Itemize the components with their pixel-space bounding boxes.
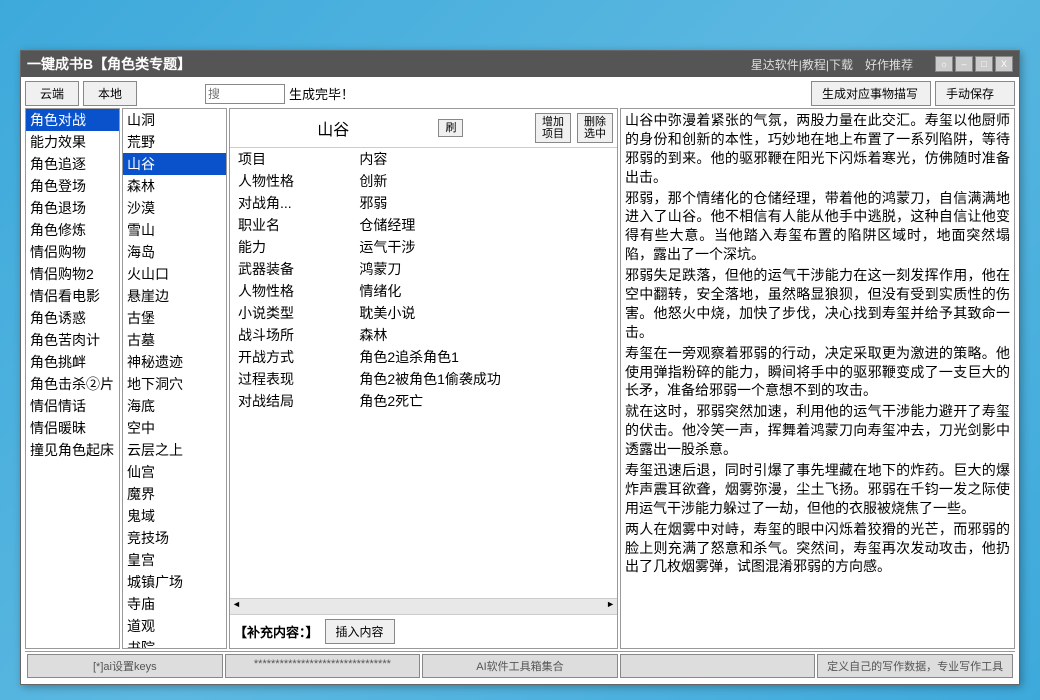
manual-save-button[interactable]: 手动保存 xyxy=(935,81,1015,106)
scene-item[interactable]: 山洞 xyxy=(123,109,226,131)
category-item[interactable]: 情侣购物2 xyxy=(26,263,119,285)
category-item[interactable]: 角色退场 xyxy=(26,197,119,219)
table-row[interactable]: 人物性格创新 xyxy=(230,170,617,192)
scene-item[interactable]: 魔界 xyxy=(123,483,226,505)
tab-local[interactable]: 本地 xyxy=(83,81,137,106)
window-title: 一键成书B【角色类专题】 xyxy=(27,54,751,74)
category-item[interactable]: 角色修炼 xyxy=(26,219,119,241)
detail-panel: 山谷 刷 增加项目 删除选中 项目内容人物性格创新对战角...邪弱职业名仓储经理… xyxy=(229,108,618,649)
titlebar-link-1[interactable]: 星达软件|教程|下载 xyxy=(751,56,853,73)
scene-item[interactable]: 沙漠 xyxy=(123,197,226,219)
narrative-panel[interactable]: 山谷中弥漫着紧张的气氛，两股力量在此交汇。寿玺以他厨师的身份和创新的本性，巧妙地… xyxy=(620,108,1015,649)
maximize-button[interactable]: □ xyxy=(975,56,993,72)
toolbar: 云端 本地 生成完毕！ 生成对应事物描写 手动保存 xyxy=(25,81,1015,106)
properties-table[interactable]: 项目内容人物性格创新对战角...邪弱职业名仓储经理能力运气干涉武器装备鸿蒙刀人物… xyxy=(230,148,617,598)
category-item[interactable]: 能力效果 xyxy=(26,131,119,153)
status-bar: [*]ai设置keys*****************************… xyxy=(25,651,1015,680)
scene-item[interactable]: 悬崖边 xyxy=(123,285,226,307)
table-row[interactable]: 开战方式角色2追杀角色1 xyxy=(230,346,617,368)
statusbar-button-2[interactable]: AI软件工具箱集合 xyxy=(422,654,618,678)
supplement-label: 【补充内容：】 xyxy=(234,622,319,641)
app-window: 一键成书B【角色类专题】 星达软件|教程|下载 好作推荐 ☼ – □ X 云端 … xyxy=(20,50,1020,685)
category-item[interactable]: 情侣看电影 xyxy=(26,285,119,307)
scene-item[interactable]: 山谷 xyxy=(123,153,226,175)
scene-item[interactable]: 寺庙 xyxy=(123,593,226,615)
restore-button[interactable]: – xyxy=(955,56,973,72)
insert-content-button[interactable]: 插入内容 xyxy=(325,619,395,644)
table-row[interactable]: 职业名仓储经理 xyxy=(230,214,617,236)
titlebar: 一键成书B【角色类专题】 星达软件|教程|下载 好作推荐 ☼ – □ X xyxy=(21,51,1019,77)
narrative-paragraph: 两人在烟雾中对峙，寿玺的眼中闪烁着狡猾的光芒，而邪弱的脸上则充满了怒意和杀气。突… xyxy=(625,520,1010,577)
category-item[interactable]: 情侣暖昧 xyxy=(26,417,119,439)
category-item[interactable]: 角色对战 xyxy=(26,109,119,131)
category-item[interactable]: 角色追逐 xyxy=(26,153,119,175)
scene-item[interactable]: 海底 xyxy=(123,395,226,417)
scene-item[interactable]: 道观 xyxy=(123,615,226,637)
scene-item[interactable]: 云层之上 xyxy=(123,439,226,461)
add-item-button[interactable]: 增加项目 xyxy=(535,113,571,143)
generate-description-button[interactable]: 生成对应事物描写 xyxy=(811,81,931,106)
table-row[interactable]: 人物性格情绪化 xyxy=(230,280,617,302)
statusbar-button-3[interactable] xyxy=(620,654,816,678)
scene-list[interactable]: 山洞荒野山谷森林沙漠雪山海岛火山口悬崖边古堡古墓神秘遗迹地下洞穴海底空中云层之上… xyxy=(122,108,227,649)
horizontal-scrollbar[interactable] xyxy=(230,598,617,614)
narrative-paragraph: 就在这时，邪弱突然加速，利用他的运气干涉能力避开了寿玺的伏击。他冷笑一声，挥舞着… xyxy=(625,402,1010,459)
table-row[interactable]: 对战结局角色2死亡 xyxy=(230,390,617,412)
scene-item[interactable]: 火山口 xyxy=(123,263,226,285)
table-row[interactable]: 过程表现角色2被角色1偷袭成功 xyxy=(230,368,617,390)
narrative-paragraph: 寿玺在一旁观察着邪弱的行动，决定采取更为激进的策略。他使用弹指粉碎的能力，瞬间将… xyxy=(625,344,1010,401)
table-row[interactable]: 武器装备鸿蒙刀 xyxy=(230,258,617,280)
delete-selected-button[interactable]: 删除选中 xyxy=(577,113,613,143)
scene-item[interactable]: 鬼域 xyxy=(123,505,226,527)
statusbar-button-4[interactable]: 定义自己的写作数据，专业写作工具 xyxy=(817,654,1013,678)
scene-item[interactable]: 荒野 xyxy=(123,131,226,153)
scene-item[interactable]: 森林 xyxy=(123,175,226,197)
table-row[interactable]: 战斗场所森林 xyxy=(230,324,617,346)
scene-item[interactable]: 书院 xyxy=(123,637,226,649)
minimize-button[interactable]: ☼ xyxy=(935,56,953,72)
category-item[interactable]: 角色挑衅 xyxy=(26,351,119,373)
status-text: 生成完毕！ xyxy=(289,84,354,103)
table-row[interactable]: 对战角...邪弱 xyxy=(230,192,617,214)
detail-title: 山谷 xyxy=(234,116,432,140)
narrative-paragraph: 邪弱，那个情绪化的仓储经理，带着他的鸿蒙刀，自信满满地进入了山谷。他不相信有人能… xyxy=(625,189,1010,265)
scene-item[interactable]: 古墓 xyxy=(123,329,226,351)
scene-item[interactable]: 仙宫 xyxy=(123,461,226,483)
narrative-paragraph: 寿玺迅速后退，同时引爆了事先埋藏在地下的炸药。巨大的爆炸声震耳欲聋，烟雾弥漫，尘… xyxy=(625,461,1010,518)
statusbar-button-0[interactable]: [*]ai设置keys xyxy=(27,654,223,678)
scene-item[interactable]: 古堡 xyxy=(123,307,226,329)
scene-item[interactable]: 地下洞穴 xyxy=(123,373,226,395)
category-item[interactable]: 情侣购物 xyxy=(26,241,119,263)
statusbar-button-1[interactable]: ******************************** xyxy=(225,654,421,678)
scene-item[interactable]: 竞技场 xyxy=(123,527,226,549)
category-item[interactable]: 角色苦肉计 xyxy=(26,329,119,351)
category-item[interactable]: 角色击杀②片 xyxy=(26,373,119,395)
scene-item[interactable]: 神秘遗迹 xyxy=(123,351,226,373)
refresh-button[interactable]: 刷 xyxy=(438,119,463,137)
category-item[interactable]: 角色诱惑 xyxy=(26,307,119,329)
scene-item[interactable]: 海岛 xyxy=(123,241,226,263)
category-item[interactable]: 撞见角色起床 xyxy=(26,439,119,461)
scene-item[interactable]: 皇宫 xyxy=(123,549,226,571)
scene-item[interactable]: 城镇广场 xyxy=(123,571,226,593)
table-row[interactable]: 小说类型耽美小说 xyxy=(230,302,617,324)
category-item[interactable]: 情侣情话 xyxy=(26,395,119,417)
scene-item[interactable]: 空中 xyxy=(123,417,226,439)
narrative-paragraph: 邪弱失足跌落，但他的运气干涉能力在这一刻发挥作用，他在空中翻转，安全落地，虽然略… xyxy=(625,266,1010,342)
table-row[interactable]: 能力运气干涉 xyxy=(230,236,617,258)
narrative-paragraph: 山谷中弥漫着紧张的气氛，两股力量在此交汇。寿玺以他厨师的身份和创新的本性，巧妙地… xyxy=(625,111,1010,187)
titlebar-link-2[interactable]: 好作推荐 xyxy=(865,56,913,73)
scene-item[interactable]: 雪山 xyxy=(123,219,226,241)
tab-cloud[interactable]: 云端 xyxy=(25,81,79,106)
category-item[interactable]: 角色登场 xyxy=(26,175,119,197)
close-button[interactable]: X xyxy=(995,56,1013,72)
search-input[interactable] xyxy=(205,84,285,104)
category-list[interactable]: 角色对战能力效果角色追逐角色登场角色退场角色修炼情侣购物情侣购物2情侣看电影角色… xyxy=(25,108,120,649)
